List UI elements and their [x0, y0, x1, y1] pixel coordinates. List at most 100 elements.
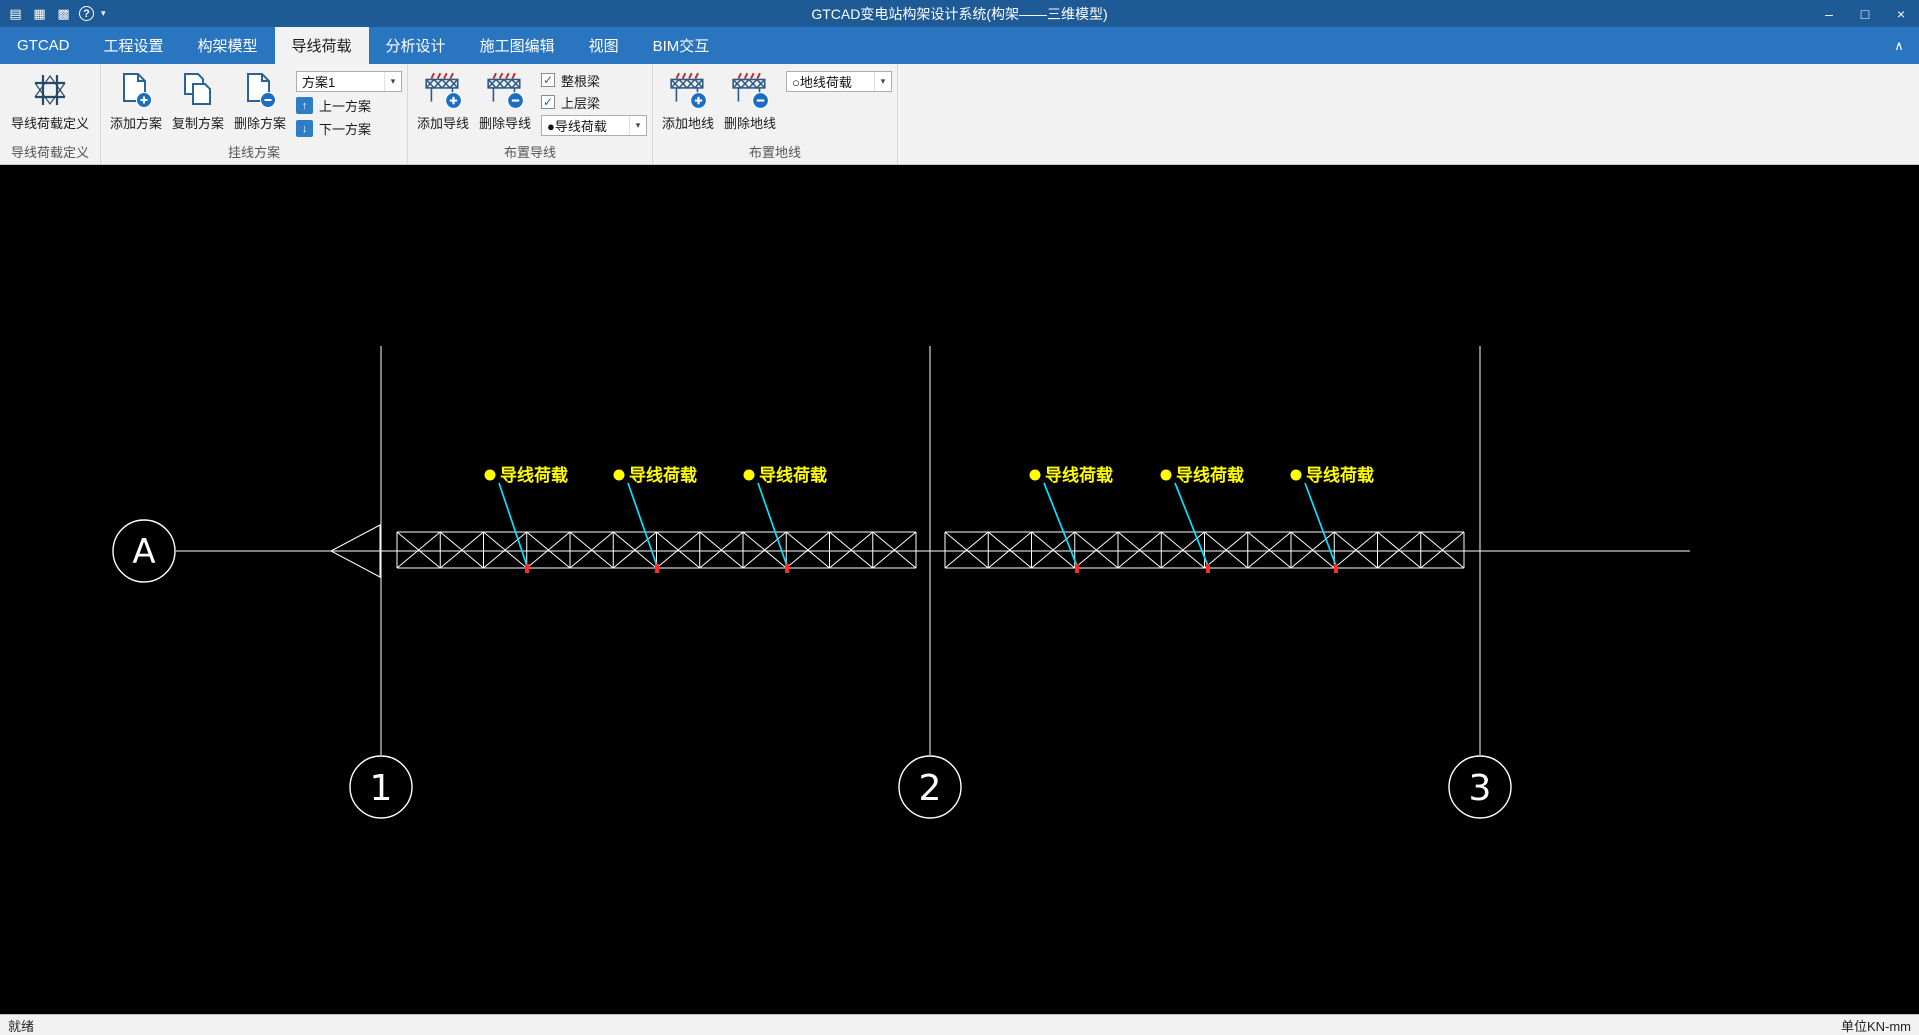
group-label: 布置导线: [413, 140, 647, 164]
wire-load-label-3[interactable]: 导线荷载: [759, 465, 827, 486]
tab-project-settings[interactable]: 工程设置: [87, 27, 181, 64]
add-ground-wire-button[interactable]: 添加地线: [658, 66, 718, 132]
button-label: 上一方案: [319, 96, 371, 115]
wire-load-label-1[interactable]: 导线荷载: [500, 465, 568, 486]
document-minus-icon: [240, 69, 280, 111]
tab-gtcad[interactable]: GTCAD: [0, 27, 87, 64]
grid-bubble-label-3: 3: [1469, 768, 1492, 809]
ribbon: 导线荷载定义 导线荷载定义 添加方案: [0, 64, 1919, 165]
button-label: 删除导线: [479, 113, 531, 132]
grid-bubble-label-1: 1: [370, 768, 393, 809]
button-label: 删除地线: [724, 113, 776, 132]
conductor-wire-6[interactable]: [1305, 483, 1336, 566]
upper-beam-checkbox[interactable]: ✓ 上层梁: [541, 93, 647, 111]
app-window: ▤ ▦ ▩ ? ▾ GTCAD变电站构架设计系统(构架——三维模型) – □ ×…: [0, 0, 1919, 1035]
checkbox-checked-icon: ✓: [541, 73, 555, 87]
gantry-minus-icon: [730, 69, 770, 111]
up-arrow-icon: ↑: [296, 97, 313, 114]
hang-point-3[interactable]: [785, 564, 789, 573]
delete-conductor-button[interactable]: 删除导线: [475, 66, 535, 132]
button-label: 下一方案: [319, 119, 371, 138]
wire-load-dot-5[interactable]: [1161, 470, 1172, 481]
axis-bubble-A-label: A: [132, 532, 155, 572]
conductor-wire-2[interactable]: [628, 483, 657, 566]
group-hanging-scheme: 添加方案 复制方案: [101, 64, 408, 164]
tab-analysis-design[interactable]: 分析设计: [369, 27, 463, 64]
window-controls: – □ ×: [1811, 0, 1919, 27]
hang-point-2[interactable]: [655, 564, 659, 573]
conductor-wire-1[interactable]: [499, 483, 527, 566]
chevron-down-icon: ▾: [629, 116, 646, 135]
maximize-button[interactable]: □: [1847, 0, 1883, 27]
tab-frame-model[interactable]: 构架模型: [181, 27, 275, 64]
wire-load-dot-6[interactable]: [1291, 470, 1302, 481]
wire-load-dot-4[interactable]: [1030, 470, 1041, 481]
conductor-load-select[interactable]: ●导线荷载 ▾: [541, 115, 647, 136]
group-label: 布置地线: [658, 140, 892, 164]
group-conductor-load-define: 导线荷载定义 导线荷载定义: [0, 64, 101, 164]
wire-load-label-2[interactable]: 导线荷载: [629, 465, 697, 486]
gantry-plus-icon: [668, 69, 708, 111]
wire-load-dot-1[interactable]: [485, 470, 496, 481]
chevron-down-icon: ▾: [874, 72, 891, 91]
ground-load-select-value: ○地线荷载: [792, 72, 852, 91]
copy-scheme-button[interactable]: 复制方案: [168, 66, 228, 132]
button-label: 添加导线: [417, 113, 469, 132]
conductor-wire-3[interactable]: [758, 483, 787, 566]
document-plus-icon: [116, 69, 156, 111]
group-place-conductor: 添加导线: [408, 64, 653, 164]
scheme-select[interactable]: 方案1 ▾: [296, 71, 402, 92]
ground-load-select[interactable]: ○地线荷载 ▾: [786, 71, 892, 92]
quick-access-caret-icon[interactable]: ▾: [101, 8, 106, 19]
button-label: 添加地线: [662, 113, 714, 132]
button-label: 删除方案: [234, 113, 286, 132]
button-label: 复制方案: [172, 113, 224, 132]
group-label: 挂线方案: [106, 140, 402, 164]
status-ready-text: 就绪: [8, 1016, 34, 1035]
delete-scheme-button[interactable]: 删除方案: [230, 66, 290, 132]
wire-load-dot-3[interactable]: [744, 470, 755, 481]
truss-plus-icon: [423, 69, 463, 111]
cad-canvas[interactable]: A123导线荷载导线荷载导线荷载导线荷载导线荷载导线荷载: [0, 165, 1919, 1014]
quick-icon-2[interactable]: ▦: [31, 5, 48, 22]
help-icon[interactable]: ?: [79, 6, 94, 21]
minimize-button[interactable]: –: [1811, 0, 1847, 27]
quick-access-toolbar: ▤ ▦ ▩ ? ▾: [0, 5, 106, 22]
hang-point-6[interactable]: [1334, 564, 1338, 573]
prev-scheme-button[interactable]: ↑ 上一方案: [296, 96, 402, 115]
titlebar: ▤ ▦ ▩ ? ▾ GTCAD变电站构架设计系统(构架——三维模型) – □ ×: [0, 0, 1919, 27]
tab-view[interactable]: 视图: [572, 27, 636, 64]
truss-beam-2[interactable]: [945, 532, 1464, 568]
whole-beam-checkbox[interactable]: ✓ 整根梁: [541, 71, 647, 89]
wire-load-dot-2[interactable]: [614, 470, 625, 481]
add-scheme-button[interactable]: 添加方案: [106, 66, 166, 132]
drawing-area[interactable]: A123导线荷载导线荷载导线荷载导线荷载导线荷载导线荷载: [0, 165, 1919, 1014]
collapse-ribbon-icon[interactable]: ∧: [1879, 27, 1919, 64]
wire-load-label-5[interactable]: 导线荷载: [1176, 465, 1244, 486]
group-place-ground-wire: 添加地线: [653, 64, 898, 164]
button-label: 导线荷载定义: [11, 113, 89, 132]
hang-point-5[interactable]: [1206, 564, 1210, 573]
down-arrow-icon: ↓: [296, 120, 313, 137]
conductor-load-define-button[interactable]: 导线荷载定义: [5, 66, 95, 132]
quick-icon-3[interactable]: ▩: [55, 5, 72, 22]
next-scheme-button[interactable]: ↓ 下一方案: [296, 119, 402, 138]
conductor-wire-5[interactable]: [1175, 483, 1208, 566]
quick-icon-1[interactable]: ▤: [7, 5, 24, 22]
tab-bim-interaction[interactable]: BIM交互: [636, 27, 727, 64]
status-units-text: 单位KN-mm: [1841, 1016, 1911, 1035]
add-conductor-button[interactable]: 添加导线: [413, 66, 473, 132]
conductor-load-define-icon: [30, 69, 70, 111]
close-button[interactable]: ×: [1883, 0, 1919, 27]
tab-construction-drawing-edit[interactable]: 施工图编辑: [463, 27, 572, 64]
hang-point-4[interactable]: [1075, 564, 1079, 573]
chevron-down-icon: ▾: [384, 72, 401, 91]
wire-load-label-4[interactable]: 导线荷载: [1045, 465, 1113, 486]
wire-load-label-6[interactable]: 导线荷载: [1306, 465, 1374, 486]
hang-point-1[interactable]: [525, 564, 529, 573]
group-label: 导线荷载定义: [5, 140, 95, 164]
button-label: 添加方案: [110, 113, 162, 132]
tab-conductor-load[interactable]: 导线荷载: [275, 27, 369, 64]
delete-ground-wire-button[interactable]: 删除地线: [720, 66, 780, 132]
checkbox-label: 上层梁: [561, 93, 600, 112]
